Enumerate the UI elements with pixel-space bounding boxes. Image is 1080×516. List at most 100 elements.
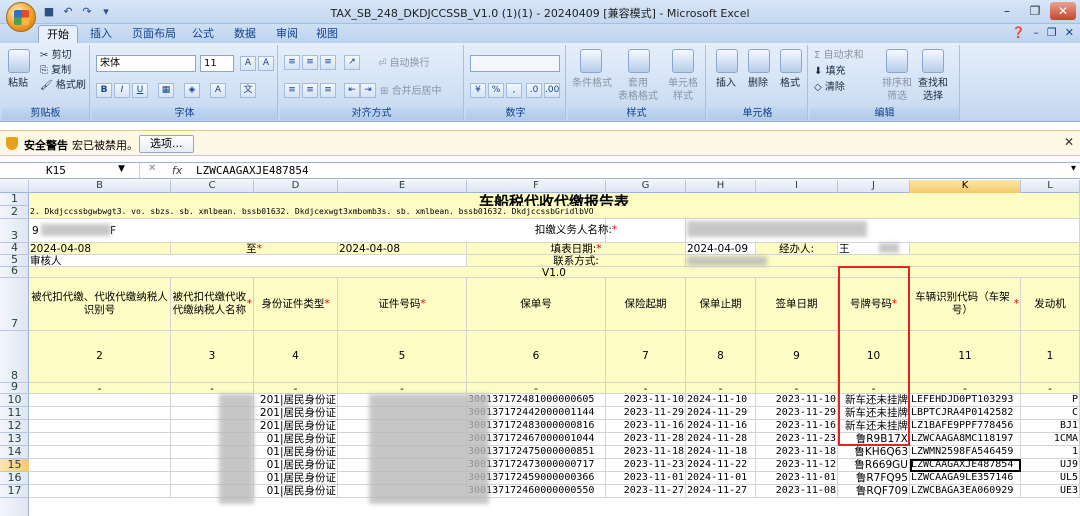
ribbon-restore-icon[interactable]: ❐ <box>1047 26 1057 39</box>
security-options-button[interactable]: 选项... <box>139 135 194 153</box>
id-type[interactable]: 01|居民身份证 <box>254 446 338 459</box>
vin[interactable]: LEFEHDJD0PT103293 <box>910 394 1021 407</box>
row2-cell[interactable]: 2. Dkdjccssbgwbwgt3. vo. sbzs. sb. xmlbe… <box>29 206 1080 219</box>
column-header[interactable]: J <box>838 180 910 193</box>
ribbon-close-icon[interactable]: ✕ <box>1065 26 1074 39</box>
end-date[interactable]: 2024-11-18 <box>686 446 756 459</box>
row-header[interactable]: 6 <box>0 264 29 278</box>
sign-date[interactable]: 2023-11-29 <box>756 407 838 420</box>
start-date[interactable]: 2023-11-10 <box>606 394 686 407</box>
column-title-1[interactable]: 被代扣代缴、代收代缴纳税人识别号 <box>29 278 171 331</box>
wrap-text-button[interactable]: ⏎ 自动换行 <box>378 57 430 70</box>
row-header[interactable]: 7 <box>0 278 29 331</box>
column-title-11[interactable]: 发动机 <box>1021 278 1080 331</box>
indent-decrease-icon[interactable]: ⇤ <box>344 83 360 98</box>
align-middle-icon[interactable]: ≡ <box>302 55 318 70</box>
close-icon[interactable]: ✕ <box>1064 135 1074 149</box>
grow-font-icon[interactable]: A <box>240 56 256 71</box>
conditional-format-button[interactable]: 条件格式 <box>572 77 612 90</box>
table-format-button[interactable]: 套用 表格格式 <box>618 77 658 103</box>
id-type[interactable]: 201|居民身份证 <box>254 420 338 433</box>
currency-icon[interactable]: ¥ <box>470 83 486 98</box>
tab-page-layout[interactable]: 页面布局 <box>124 25 184 43</box>
merge-center-button[interactable]: ⊞ 合并后居中 <box>380 85 442 98</box>
column-number[interactable]: 8 <box>686 331 756 383</box>
indent-increase-icon[interactable]: ⇥ <box>360 83 376 98</box>
column-header[interactable]: C <box>171 180 254 193</box>
active-cell[interactable] <box>910 459 1021 472</box>
end-date[interactable]: 2024-11-10 <box>686 394 756 407</box>
handler-label[interactable]: 经办人: <box>756 243 838 255</box>
taxpayer-id[interactable] <box>29 485 171 498</box>
taxpayer-id[interactable] <box>29 394 171 407</box>
format-cells-icon[interactable] <box>780 49 802 73</box>
shrink-font-icon[interactable]: A <box>258 56 274 71</box>
conditional-format-icon[interactable] <box>580 49 602 73</box>
phonetic-icon[interactable]: 文 <box>240 83 256 98</box>
engine-no[interactable]: UE3 <box>1021 485 1080 498</box>
sign-date[interactable]: 2023-11-23 <box>756 433 838 446</box>
column-number[interactable]: 3 <box>171 331 254 383</box>
insert-cells-icon[interactable] <box>716 49 738 73</box>
minimize-icon[interactable]: – <box>994 2 1020 20</box>
taxpayer-id[interactable] <box>29 433 171 446</box>
border-icon[interactable]: ▦ <box>158 83 174 98</box>
end-date[interactable]: 2024-11-29 <box>686 407 756 420</box>
dash-cell[interactable]: - <box>467 383 606 394</box>
font-name-select[interactable]: 宋体 <box>96 55 196 72</box>
format-cells-button[interactable]: 格式 <box>780 77 800 90</box>
tab-view[interactable]: 视图 <box>308 25 346 43</box>
dash-cell[interactable]: - <box>1021 383 1080 394</box>
tab-formulas[interactable]: 公式 <box>184 25 222 43</box>
row-header[interactable]: 17 <box>0 484 29 498</box>
column-title-5[interactable]: 保单号 <box>467 278 606 331</box>
increase-decimal-icon[interactable]: .0 <box>526 83 542 98</box>
start-date[interactable]: 2023-11-16 <box>606 420 686 433</box>
fill-date[interactable]: 2024-04-09 <box>686 243 756 255</box>
column-title-2[interactable]: 被代扣代缴代收代缴纳税人名称 * <box>171 278 254 331</box>
column-title-8[interactable]: 签单日期 <box>756 278 838 331</box>
dash-cell[interactable]: - <box>756 383 838 394</box>
taxpayer-id[interactable] <box>29 472 171 485</box>
tab-insert[interactable]: 插入 <box>82 25 120 43</box>
chevron-down-icon[interactable]: ▼ <box>118 164 125 174</box>
id-type[interactable]: 01|居民身份证 <box>254 472 338 485</box>
dash-cell[interactable]: - <box>29 383 171 394</box>
column-number[interactable]: 9 <box>756 331 838 383</box>
column-header[interactable]: D <box>254 180 338 193</box>
engine-no[interactable]: 1 <box>1021 446 1080 459</box>
date-from[interactable]: 2024-04-08 <box>29 243 171 255</box>
tab-review[interactable]: 审阅 <box>268 25 306 43</box>
column-number[interactable]: 2 <box>29 331 171 383</box>
cancel-icon[interactable]: ✕ <box>148 163 156 174</box>
id-type[interactable]: 201|居民身份证 <box>254 407 338 420</box>
engine-no[interactable]: UJ9 <box>1021 459 1080 472</box>
sign-date[interactable]: 2023-11-08 <box>756 485 838 498</box>
id-type[interactable]: 201|居民身份证 <box>254 394 338 407</box>
start-date[interactable]: 2023-11-01 <box>606 472 686 485</box>
dash-cell[interactable]: - <box>254 383 338 394</box>
vin[interactable]: LZ1BAFE9PPF778456 <box>910 420 1021 433</box>
sign-date[interactable]: 2023-11-18 <box>756 446 838 459</box>
date-to[interactable]: 2024-04-08 <box>338 243 467 255</box>
cut-button[interactable]: ✂ 剪切 <box>40 49 72 62</box>
italic-icon[interactable]: I <box>114 83 130 98</box>
insert-cells-button[interactable]: 插入 <box>716 77 736 90</box>
withholder-label[interactable]: 扣缴义务人名称:* <box>467 219 686 243</box>
function-icon[interactable]: fx <box>172 163 182 178</box>
office-button[interactable] <box>6 2 36 32</box>
vin[interactable]: LBPTCJRA4P0142582 <box>910 407 1021 420</box>
column-title-7[interactable]: 保单止期 <box>686 278 756 331</box>
plate-no[interactable]: 鲁KH6Q63 <box>838 446 910 459</box>
start-date[interactable]: 2023-11-18 <box>606 446 686 459</box>
delete-cells-icon[interactable] <box>748 49 770 73</box>
plate-no[interactable]: 鲁R7FQ95 <box>838 472 910 485</box>
contact-label[interactable]: 联系方式: <box>467 255 686 267</box>
column-title-4[interactable]: 证件号码 * <box>338 278 467 331</box>
formula-input[interactable]: LZWCAAGAXJE487854 <box>196 163 309 178</box>
row4-rest[interactable] <box>910 243 1080 255</box>
cell-style-icon[interactable] <box>672 49 694 73</box>
tab-data[interactable]: 数据 <box>226 25 264 43</box>
version-cell[interactable]: V1.0 <box>29 267 1080 278</box>
column-number[interactable]: 6 <box>467 331 606 383</box>
